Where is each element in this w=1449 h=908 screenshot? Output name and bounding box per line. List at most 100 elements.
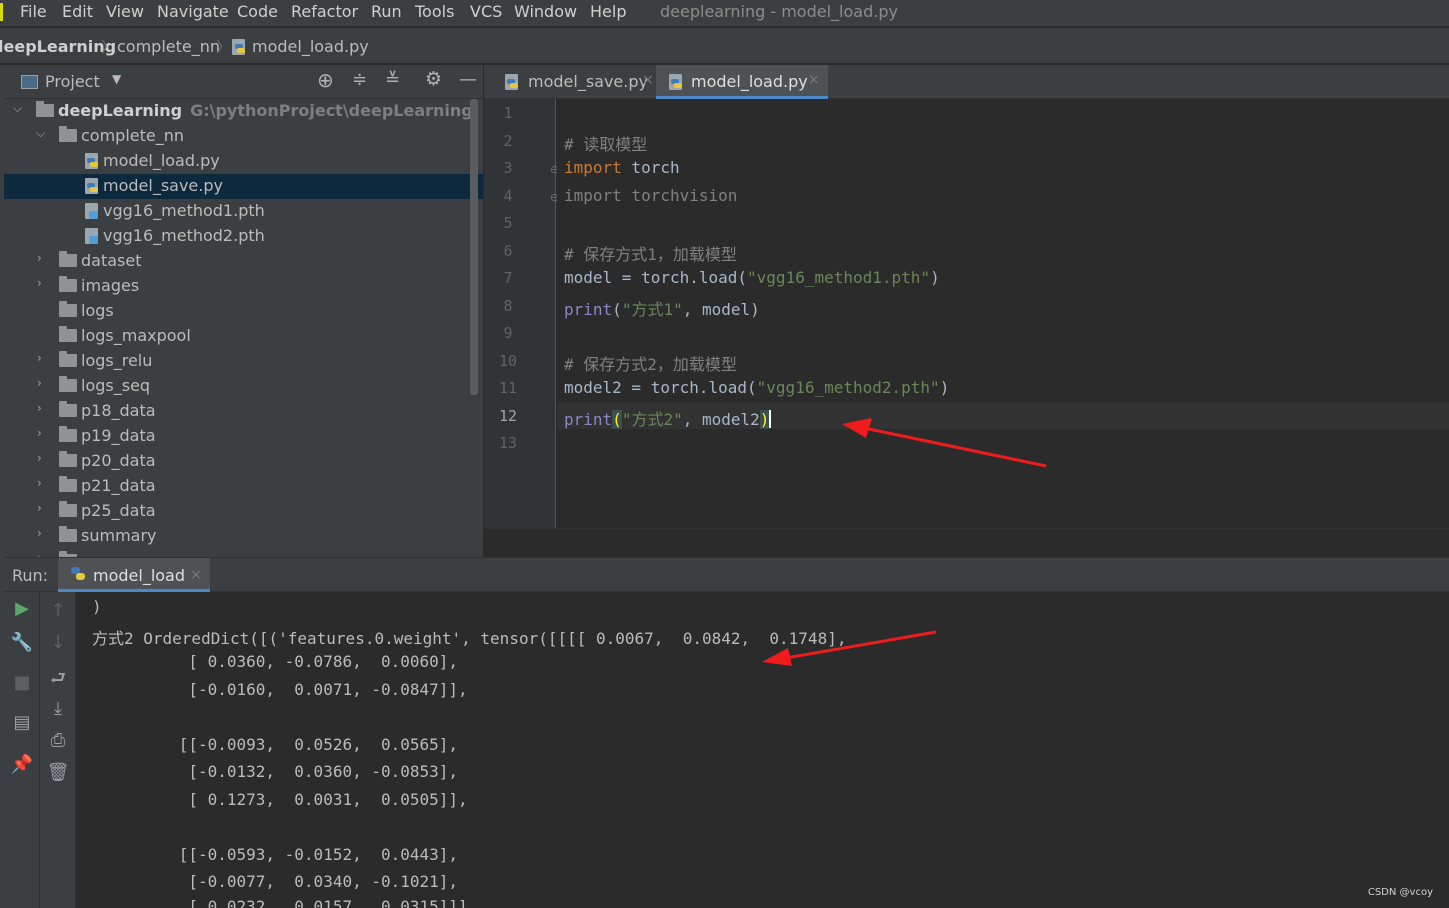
tab-model-save[interactable]: model_save.py × (492, 65, 656, 99)
menu-refactor[interactable]: Refactor (291, 2, 358, 21)
python-file-icon (505, 74, 518, 90)
tab-label: model_save.py (528, 72, 648, 91)
chevron-right-icon[interactable]: › (37, 276, 42, 290)
console-line: [[-0.0093, 0.0526, 0.0565], (92, 735, 459, 754)
breadcrumb-folder[interactable]: complete_nn (117, 37, 220, 56)
code-bracket-match: ) (759, 410, 770, 429)
tree-item-label: logs_relu (81, 351, 153, 370)
tab-run-model-load[interactable]: model_load × (58, 558, 210, 592)
tree-item-logs-seq[interactable]: › logs_seq (4, 374, 483, 399)
run-toolbar-secondary: ↑ ↓ ⮐ ⤓ ⎙ 🗑 (40, 592, 76, 908)
folder-icon (59, 301, 77, 317)
menu-run[interactable]: Run (371, 2, 402, 21)
close-icon[interactable]: × (642, 72, 654, 88)
tree-scrollbar[interactable] (470, 99, 478, 395)
tree-item-images[interactable]: › images (4, 274, 483, 299)
tree-item-label: model_save.py (103, 176, 223, 195)
python-file-icon (85, 153, 98, 169)
chevron-right-icon[interactable]: › (37, 451, 42, 465)
collapse-all-icon[interactable]: ≚ (385, 69, 400, 90)
breadcrumb-project[interactable]: leepLearning (0, 37, 116, 56)
menu-window[interactable]: Window (514, 2, 577, 21)
tree-item-model-load[interactable]: model_load.py (4, 149, 483, 174)
tree-item-root[interactable]: ⌵ deepLearning G:\pythonProject\deepLearn… (4, 99, 483, 124)
tree-item-label: dataset (81, 251, 142, 270)
run-panel-header: Run: model_load × (4, 557, 1449, 592)
trash-icon[interactable]: 🗑 (40, 762, 76, 783)
menu-navigate[interactable]: Navigate (157, 2, 229, 21)
arrow-up-icon[interactable]: ↑ (40, 600, 76, 621)
menu-vcs[interactable]: VCS (470, 2, 502, 21)
locate-icon[interactable]: ⊕ (317, 68, 334, 92)
scroll-to-end-icon[interactable]: ⤓ (40, 698, 76, 719)
menu-edit[interactable]: Edit (62, 2, 93, 21)
code-text: torch (621, 158, 680, 177)
layout-icon[interactable]: ▤ (4, 712, 40, 733)
menu-bar: File Edit View Navigate Code Refactor Ru… (0, 0, 1449, 27)
rerun-icon[interactable]: ▶ (4, 598, 40, 619)
chevron-right-icon[interactable]: › (37, 426, 42, 440)
line-number: 5 (503, 214, 513, 232)
code-string: "vgg16_method2.pth" (756, 378, 940, 397)
red-arrow-annotation (762, 630, 937, 666)
run-tab-label: model_load (93, 566, 186, 585)
tree-item-logs-relu[interactable]: › logs_relu (4, 349, 483, 374)
tree-item-model-save[interactable]: model_save.py (4, 174, 483, 199)
stop-icon[interactable]: ■ (4, 672, 40, 693)
tree-item-summary[interactable]: › summary (4, 524, 483, 549)
menu-file[interactable]: File (20, 2, 47, 21)
console-line: [[-0.0593, -0.0152, 0.0443], (92, 845, 459, 864)
menu-tools[interactable]: Tools (415, 2, 454, 21)
arrow-down-icon[interactable]: ↓ (40, 632, 76, 653)
tree-item-vgg16-method2[interactable]: vgg16_method2.pth (4, 224, 483, 249)
gear-icon[interactable]: ⚙ (425, 68, 442, 90)
close-icon[interactable]: × (808, 72, 820, 88)
chevron-right-icon[interactable]: › (37, 526, 42, 540)
unknown-file-icon (85, 203, 98, 219)
python-file-icon (85, 178, 98, 194)
tab-model-load[interactable]: model_load.py × (656, 65, 828, 99)
chevron-right-icon[interactable]: › (37, 376, 42, 390)
chevron-right-icon[interactable]: › (37, 401, 42, 415)
tree-item-p21-data[interactable]: › p21_data (4, 474, 483, 499)
tree-item-dataset[interactable]: › dataset (4, 249, 483, 274)
tree-item-p20-data[interactable]: › p20_data (4, 449, 483, 474)
menu-help[interactable]: Help (590, 2, 626, 21)
tree-item-p18-data[interactable]: › p18_data (4, 399, 483, 424)
expand-all-icon[interactable]: ≑ (352, 69, 367, 90)
menu-code[interactable]: Code (237, 2, 278, 21)
code-keyword: import (564, 158, 622, 177)
soft-wrap-icon[interactable]: ⮐ (40, 666, 76, 696)
print-icon[interactable]: ⎙ (40, 730, 76, 751)
menu-view[interactable]: View (106, 2, 144, 21)
minimize-icon[interactable]: — (459, 69, 477, 90)
code-line-2: # 读取模型 (564, 131, 647, 155)
editor-footer (484, 528, 1449, 557)
chevron-right-icon[interactable]: › (37, 351, 42, 365)
project-panel-title[interactable]: Project (45, 72, 100, 91)
tree-item-logs-maxpool[interactable]: logs_maxpool (4, 324, 483, 349)
code-text: model2 = torch.load( (564, 378, 757, 397)
tree-item-p19-data[interactable]: › p19_data (4, 424, 483, 449)
breadcrumb-file[interactable]: model_load.py (252, 37, 369, 56)
chevron-right-icon[interactable]: › (37, 476, 42, 490)
project-dropdown-icon[interactable]: ▼ (112, 72, 121, 86)
tree-root-path: G:\pythonProject\deepLearning (190, 101, 473, 120)
chevron-down-icon[interactable]: ⌵ (13, 101, 22, 116)
chevron-down-icon[interactable]: ⌵ (36, 126, 45, 141)
tree-item-complete-nn[interactable]: ⌵ complete_nn (4, 124, 483, 149)
tree-item-p25-data[interactable]: › p25_data (4, 499, 483, 524)
close-icon[interactable]: × (190, 567, 202, 583)
tree-item-label: model_load.py (103, 151, 220, 170)
pin-icon[interactable]: 📌 (4, 754, 40, 775)
project-panel-header: Project ▼ ⊕ ≑ ≚ ⚙ — (4, 65, 483, 99)
tree-item-logs[interactable]: logs (4, 299, 483, 324)
console-line: [-0.0132, 0.0360, -0.0853], (92, 762, 459, 781)
tree-item-partial[interactable]: › (4, 549, 483, 557)
wrench-icon[interactable]: 🔧 (4, 632, 40, 653)
watermark: CSDN @vcoy (1367, 887, 1433, 898)
breadcrumb-separator-icon: 〉 (216, 38, 232, 56)
tree-item-vgg16-method1[interactable]: vgg16_method1.pth (4, 199, 483, 224)
chevron-right-icon[interactable]: › (37, 251, 42, 265)
chevron-right-icon[interactable]: › (37, 501, 42, 515)
